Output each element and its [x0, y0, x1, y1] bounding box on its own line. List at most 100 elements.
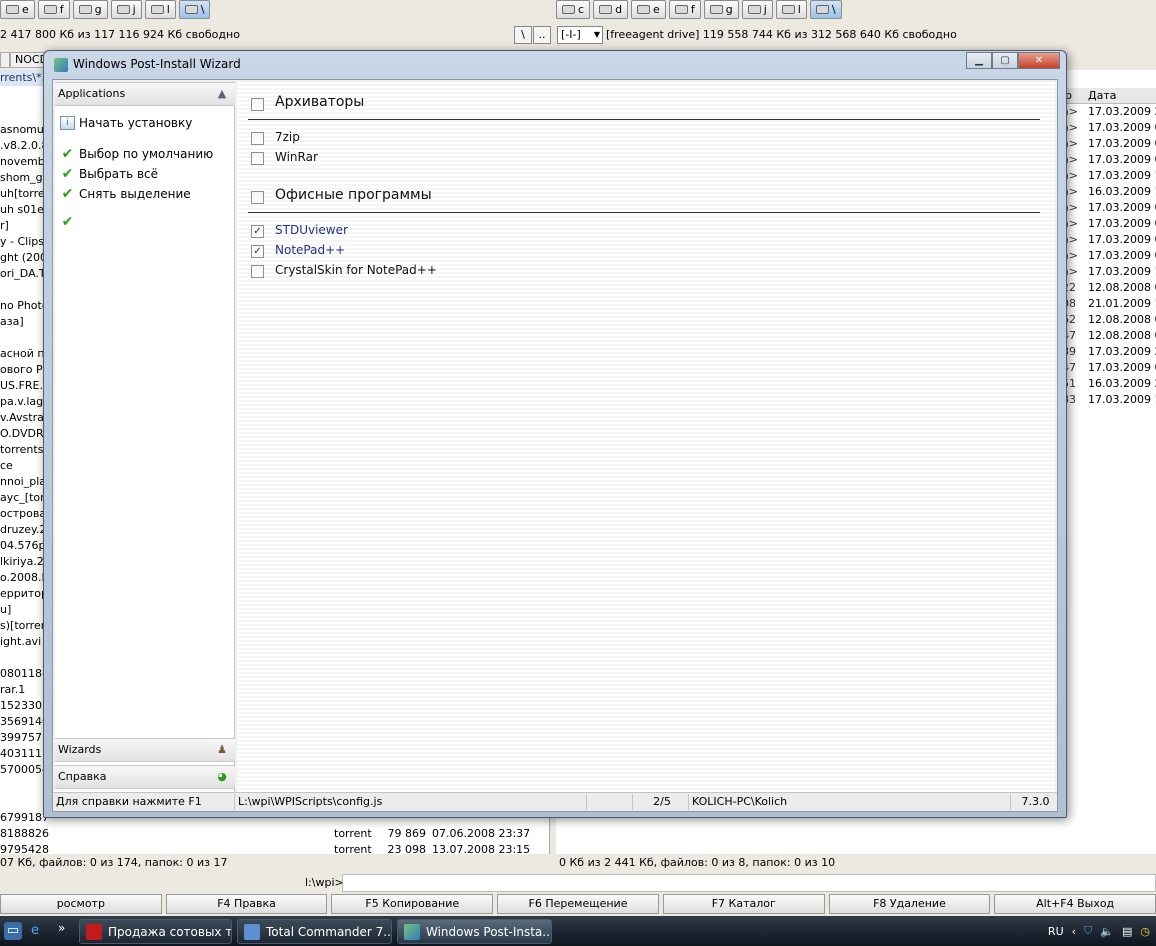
right-drive-button[interactable]: l: [775, 0, 807, 19]
file-row[interactable]: ght (200: [0, 250, 47, 266]
file-row[interactable]: 5700054: [0, 762, 49, 778]
command-input[interactable]: [342, 874, 1156, 892]
category-label-office[interactable]: Офисные программы: [275, 187, 432, 203]
category-checkbox-office[interactable]: [251, 191, 264, 204]
network-icon[interactable]: ▤: [1122, 925, 1132, 938]
column-header-date[interactable]: Дата: [1088, 88, 1116, 104]
default-selection-button[interactable]: ✔ Выбор по умолчанию: [60, 146, 214, 162]
extra-check-button[interactable]: ✔: [60, 214, 75, 230]
right-drive-button[interactable]: e: [631, 0, 666, 19]
right-drive-bar: c d e f g j l \: [556, 0, 842, 20]
right-drive-button[interactable]: c: [556, 0, 591, 19]
show-desktop-icon[interactable]: ▭: [4, 922, 22, 940]
taskbar-button-opera[interactable]: Продажа сотовых т...: [79, 919, 232, 944]
function-key-button[interactable]: F5 Копирование: [331, 894, 494, 914]
security-shield-icon[interactable]: ⛉: [1084, 924, 1092, 938]
file-row[interactable]: torrents.: [0, 442, 47, 458]
start-install-label: Начать установку: [79, 116, 193, 130]
file-row[interactable]: O.DVDR: [0, 426, 44, 442]
left-drive-button[interactable]: g: [72, 0, 108, 19]
drive-letter: f: [59, 3, 64, 16]
sidebar-header-wizards[interactable]: Wizards ♟: [55, 738, 235, 762]
title-bar[interactable]: Windows Post-Install Wizard ▁ ▢ ✕: [44, 51, 1066, 79]
start-install-button[interactable]: i Начать установку: [60, 116, 192, 130]
collapse-chevron-icon[interactable]: ▲: [215, 87, 229, 101]
item-checkbox-7zip[interactable]: [251, 132, 264, 145]
file-row[interactable]: ight.avi: [0, 634, 41, 650]
taskbar-button-wpi[interactable]: Windows Post-Insta...: [397, 919, 552, 944]
tray-expand-icon[interactable]: ‹: [1072, 925, 1076, 938]
file-row[interactable]: .v8.2.0.8: [0, 138, 49, 154]
close-button[interactable]: ✕: [1018, 52, 1060, 69]
file-row[interactable]: o.2008.P: [0, 570, 48, 586]
select-all-button[interactable]: ✔ Выбрать всё: [60, 166, 158, 182]
file-row[interactable]: v.Avstral: [0, 410, 47, 426]
file-row[interactable]: 3997572: [0, 730, 49, 746]
file-row[interactable]: druzey.2: [0, 522, 46, 538]
file-row[interactable]: 6799187: [0, 810, 49, 826]
function-key-button[interactable]: росмотр: [0, 894, 162, 914]
file-row[interactable]: 8188826 torrent 79 869 07.06.2008 23:37: [0, 826, 530, 842]
volume-icon[interactable]: 🔈: [1100, 925, 1114, 938]
file-row[interactable]: 1523305: [0, 698, 49, 714]
file-name: 9795428: [0, 843, 49, 856]
left-drive-button[interactable]: f: [37, 0, 70, 19]
drive-icon: [637, 5, 651, 14]
left-drive-button[interactable]: l: [144, 0, 176, 19]
maximize-button[interactable]: ▢: [992, 52, 1018, 69]
item-checkbox-stduviewer[interactable]: ✓: [251, 225, 264, 238]
right-drive-button[interactable]: d: [593, 0, 629, 19]
left-drive-button[interactable]: e: [0, 0, 35, 19]
sidebar-header-applications[interactable]: Applications ▲: [55, 82, 235, 106]
right-drive-combo[interactable]: [-I-] ▼: [557, 26, 603, 44]
file-row[interactable]: ce: [0, 458, 13, 474]
function-key-button[interactable]: F6 Перемещение: [497, 894, 659, 914]
item-label-7zip[interactable]: 7zip: [275, 130, 300, 144]
right-drive-button[interactable]: g: [703, 0, 739, 19]
function-key-button[interactable]: F4 Правка: [165, 894, 328, 914]
left-drive-button[interactable]: j: [110, 0, 142, 19]
file-row[interactable]: r]: [0, 218, 9, 234]
file-row[interactable]: no Photo: [0, 298, 49, 314]
file-row[interactable]: s)[torren: [0, 618, 48, 634]
function-key-button[interactable]: F8 Удаление: [828, 894, 991, 914]
file-row[interactable]: asnomu_: [0, 122, 49, 138]
category-checkbox-archivers[interactable]: [251, 98, 264, 111]
right-drive-button[interactable]: f: [668, 0, 701, 19]
deselect-button[interactable]: ✔ Снять выделение: [60, 186, 191, 202]
language-indicator[interactable]: RU: [1048, 925, 1064, 938]
item-label-stduviewer[interactable]: STDUviewer: [275, 223, 348, 237]
sidebar-header-help[interactable]: Справка ◕: [55, 765, 235, 789]
file-row[interactable]: аза]: [0, 314, 24, 330]
file-row[interactable]: shom_go: [0, 170, 49, 186]
left-tab-0[interactable]: [0, 52, 10, 68]
item-checkbox-crystalskin[interactable]: [251, 265, 264, 278]
category-label-archivers[interactable]: Архиваторы: [275, 94, 364, 110]
minimize-button[interactable]: ▁: [966, 52, 992, 69]
file-row[interactable]: 4031115: [0, 746, 49, 762]
item-checkbox-winrar[interactable]: [251, 152, 264, 165]
left-drive-button[interactable]: \: [178, 0, 211, 19]
file-row[interactable]: аус_[torr: [0, 490, 49, 506]
up-button[interactable]: ..: [533, 26, 551, 44]
item-label-crystalskin[interactable]: CrystalSkin for NotePad++: [275, 263, 437, 277]
file-row[interactable]: rar.1: [0, 682, 25, 698]
file-row[interactable]: y - Clips): [0, 234, 48, 250]
quicklaunch-overflow[interactable]: »: [58, 921, 65, 935]
function-key-button[interactable]: F7 Каталог: [662, 894, 825, 914]
file-row[interactable]: u]: [0, 602, 11, 618]
item-label-notepadpp[interactable]: NotePad++: [275, 243, 345, 257]
right-drive-button[interactable]: j: [741, 0, 773, 19]
file-row[interactable]: 04.576p.: [0, 538, 49, 554]
right-drive-button[interactable]: \: [809, 0, 842, 19]
function-key-button[interactable]: Alt+F4 Выход: [994, 894, 1156, 914]
item-checkbox-notepadpp[interactable]: ✓: [251, 245, 264, 258]
right-disk-info: [freeagent drive] 119 558 744 Кб из 312 …: [606, 28, 957, 41]
item-label-winrar[interactable]: WinRar: [275, 150, 318, 164]
ie-icon[interactable]: e: [26, 922, 44, 940]
root-button[interactable]: \: [514, 26, 532, 44]
file-row[interactable]: nnoi_pla: [0, 474, 46, 490]
file-row[interactable]: 3569140: [0, 714, 49, 730]
file-row[interactable]: ерритор: [0, 586, 48, 602]
taskbar-button-total-commander[interactable]: Total Commander 7....: [237, 919, 392, 944]
